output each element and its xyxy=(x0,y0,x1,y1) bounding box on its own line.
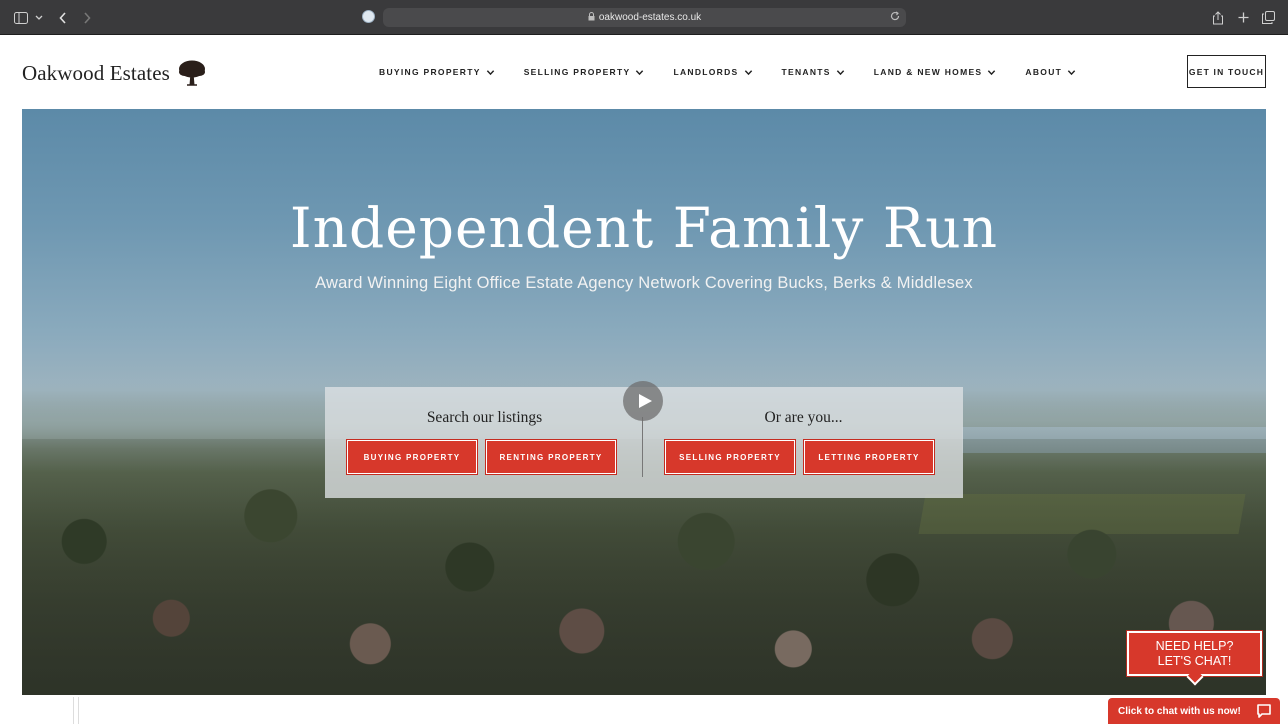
nav-label: SELLING PROPERTY xyxy=(523,67,631,77)
main-nav: BUYING PROPERTY SELLING PROPERTY LANDLOR… xyxy=(379,67,1105,77)
selling-property-button[interactable]: SELLING PROPERTY xyxy=(664,439,796,475)
new-tab-icon[interactable] xyxy=(1236,9,1250,26)
chat-bubble-line2: LET'S CHAT! xyxy=(1157,654,1232,668)
sidebar-icon[interactable] xyxy=(12,9,30,26)
get-in-touch-button[interactable]: GET IN TOUCH xyxy=(1187,55,1266,88)
play-video-button[interactable] xyxy=(623,381,663,421)
oak-tree-icon xyxy=(178,60,205,86)
nav-landlords[interactable]: LANDLORDS xyxy=(673,67,752,77)
buying-property-button[interactable]: BUYING PROPERTY xyxy=(346,439,478,475)
letting-property-button[interactable]: LETTING PROPERTY xyxy=(803,439,935,475)
tabs-icon[interactable] xyxy=(1261,9,1275,26)
hero-banner: Independent Family Run Award Winning Eig… xyxy=(22,109,1266,695)
chat-bubble-line1: NEED HELP? xyxy=(1155,639,1234,653)
search-panel: Search our listings Or are you... BUYING… xyxy=(325,381,963,498)
logo-text: Oakwood Estates xyxy=(22,60,170,85)
forward-icon[interactable] xyxy=(80,9,94,26)
hero-title: Independent Family Run xyxy=(289,196,999,260)
chevron-down-icon xyxy=(1067,69,1076,75)
back-icon[interactable] xyxy=(56,9,70,26)
page-bottom xyxy=(0,695,1288,724)
chevron-down-icon xyxy=(744,69,752,75)
or-are-you-heading: Or are you... xyxy=(764,409,843,426)
nav-label: LAND & NEW HOMES xyxy=(873,67,983,77)
page-edge-divider xyxy=(73,697,79,724)
nav-label: LANDLORDS xyxy=(673,67,739,77)
nav-land-new-homes[interactable]: LAND & NEW HOMES xyxy=(874,67,997,77)
nav-about[interactable]: ABOUT xyxy=(1025,67,1076,77)
chat-icon xyxy=(1257,704,1271,718)
share-icon[interactable] xyxy=(1210,9,1226,26)
nav-buying-property[interactable]: BUYING PROPERTY xyxy=(379,67,495,77)
hero-subtitle: Award Winning Eight Office Estate Agency… xyxy=(315,274,973,292)
reload-icon[interactable] xyxy=(890,11,900,24)
address-bar[interactable]: oakwood-estates.co.uk xyxy=(383,8,906,27)
chevron-down-icon xyxy=(988,69,996,75)
nav-tenants[interactable]: TENANTS xyxy=(782,67,845,77)
chat-bar[interactable]: Click to chat with us now! xyxy=(1108,698,1280,724)
panel-divider xyxy=(642,417,643,477)
site-header: Oakwood Estates BUYING PROPERTY SELLING … xyxy=(0,36,1288,109)
play-icon xyxy=(638,394,652,408)
site-favicon-icon xyxy=(362,10,375,23)
chat-help-bubble[interactable]: NEED HELP? LET'S CHAT! xyxy=(1126,630,1263,686)
chevron-down-icon xyxy=(636,69,644,75)
search-listings-heading: Search our listings xyxy=(426,409,543,426)
renting-property-button[interactable]: RENTING PROPERTY xyxy=(485,439,617,475)
nav-selling-property[interactable]: SELLING PROPERTY xyxy=(524,67,645,77)
site-logo[interactable]: Oakwood Estates xyxy=(22,59,206,87)
nav-label: BUYING PROPERTY xyxy=(379,67,481,77)
chat-bar-label: Click to chat with us now! xyxy=(1118,705,1241,717)
nav-label: ABOUT xyxy=(1025,67,1063,77)
chevron-down-icon xyxy=(836,69,844,75)
chevron-down-icon[interactable] xyxy=(34,9,44,26)
url-text: oakwood-estates.co.uk xyxy=(598,12,702,23)
lock-icon xyxy=(588,12,595,23)
browser-toolbar: oakwood-estates.co.uk xyxy=(0,0,1288,35)
chevron-down-icon xyxy=(486,69,494,75)
nav-label: TENANTS xyxy=(781,67,831,77)
